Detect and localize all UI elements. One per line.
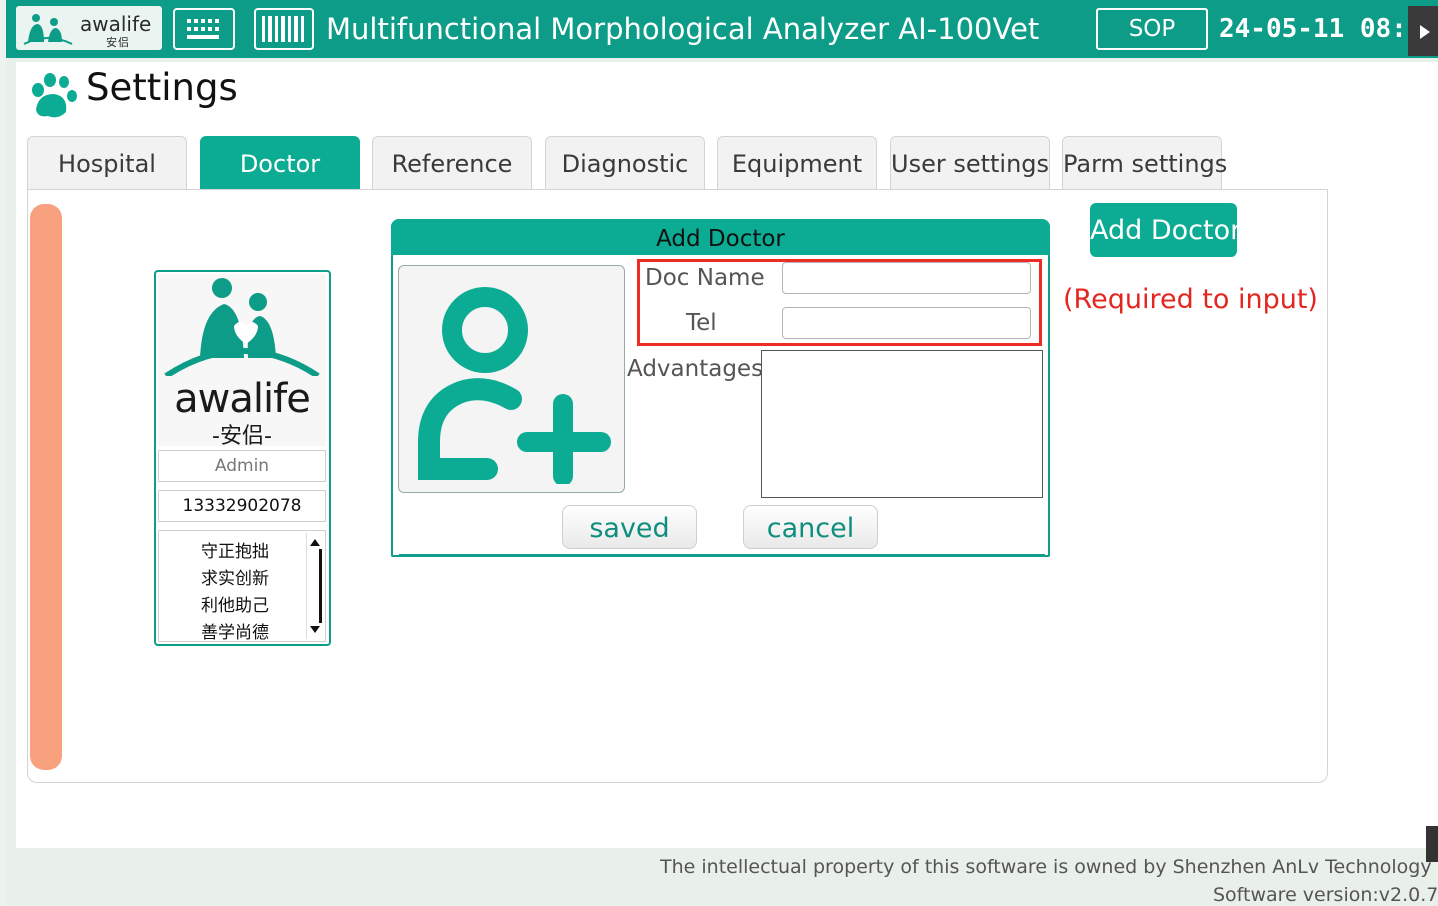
vertical-scrollbar[interactable] bbox=[30, 204, 62, 770]
advantage-item: 利他助己 bbox=[201, 596, 269, 616]
doc-name-input[interactable] bbox=[782, 262, 1031, 294]
logo-text: awalife bbox=[80, 12, 152, 36]
doctor-logo-subtext: -安侣- bbox=[212, 424, 272, 449]
doctor-tel: 13332902078 bbox=[158, 490, 326, 522]
sop-button[interactable]: SOP bbox=[1096, 8, 1208, 50]
side-handle[interactable] bbox=[1426, 826, 1438, 862]
cancel-button[interactable]: cancel bbox=[743, 505, 878, 549]
required-note: (Required to input) bbox=[1063, 284, 1318, 315]
dialog-divider bbox=[399, 554, 1045, 557]
add-user-icon bbox=[418, 287, 611, 484]
advantages-label: Advantages bbox=[627, 356, 764, 382]
brand-logo: awalife 安侣 bbox=[16, 6, 162, 50]
doctor-name: Admin bbox=[158, 450, 326, 482]
advantage-item: 善学尚德 bbox=[201, 623, 269, 642]
tel-label: Tel bbox=[686, 310, 717, 336]
expand-arrow-button[interactable] bbox=[1408, 6, 1438, 56]
tel-input[interactable] bbox=[782, 307, 1031, 339]
tab-user-settings[interactable]: User settings bbox=[890, 136, 1050, 189]
doctor-photo: awalife -安侣- bbox=[158, 274, 326, 449]
doc-name-label: Doc Name bbox=[645, 265, 765, 291]
tab-hospital[interactable]: Hospital bbox=[27, 136, 187, 189]
dialog-title: Add Doctor bbox=[391, 219, 1050, 255]
add-doctor-button[interactable]: Add Doctor bbox=[1090, 203, 1237, 257]
tab-doctor[interactable]: Doctor bbox=[200, 136, 360, 189]
tab-parm-settings[interactable]: Parm settings bbox=[1062, 136, 1227, 189]
doctor-advantages-list[interactable]: 守正抱拙 求实创新 利他助己 善学尚德 bbox=[158, 530, 326, 642]
family-pet-logo-icon bbox=[164, 278, 320, 376]
top-bar: awalife 安侣 Multifunctional Morphological… bbox=[6, 0, 1438, 58]
scroll-down-icon[interactable] bbox=[310, 626, 320, 633]
add-photo-button[interactable] bbox=[398, 265, 625, 493]
advantages-input[interactable] bbox=[761, 350, 1043, 498]
barcode-button[interactable] bbox=[254, 8, 314, 50]
paw-icon bbox=[32, 73, 77, 118]
family-pet-logo-icon bbox=[23, 14, 73, 45]
advantage-item: 守正抱拙 bbox=[201, 542, 269, 562]
app-title: Multifunctional Morphological Analyzer A… bbox=[326, 12, 1040, 46]
software-version: Software version:v2.0.7.0 bbox=[1213, 884, 1438, 906]
save-button[interactable]: saved bbox=[562, 505, 697, 549]
barcode-icon bbox=[262, 16, 304, 42]
advantages-scrollbar[interactable] bbox=[306, 533, 323, 639]
tab-reference[interactable]: Reference bbox=[372, 136, 532, 189]
logo-subtext: 安侣 bbox=[106, 36, 130, 49]
scroll-up-icon[interactable] bbox=[310, 539, 320, 546]
keyboard-button[interactable] bbox=[173, 8, 235, 50]
page-title: Settings bbox=[86, 66, 238, 109]
datetime: 24-05-11 08:51:5 bbox=[1219, 14, 1438, 44]
scrollbar-track[interactable] bbox=[319, 549, 322, 623]
tab-diagnostic[interactable]: Diagnostic bbox=[545, 136, 705, 189]
advantage-item: 求实创新 bbox=[201, 569, 269, 589]
ip-notice: The intellectual property of this softwa… bbox=[660, 856, 1438, 878]
tab-equipment[interactable]: Equipment bbox=[717, 136, 877, 189]
doctor-logo-brand: awalife bbox=[174, 376, 311, 422]
keyboard-icon bbox=[187, 19, 219, 39]
